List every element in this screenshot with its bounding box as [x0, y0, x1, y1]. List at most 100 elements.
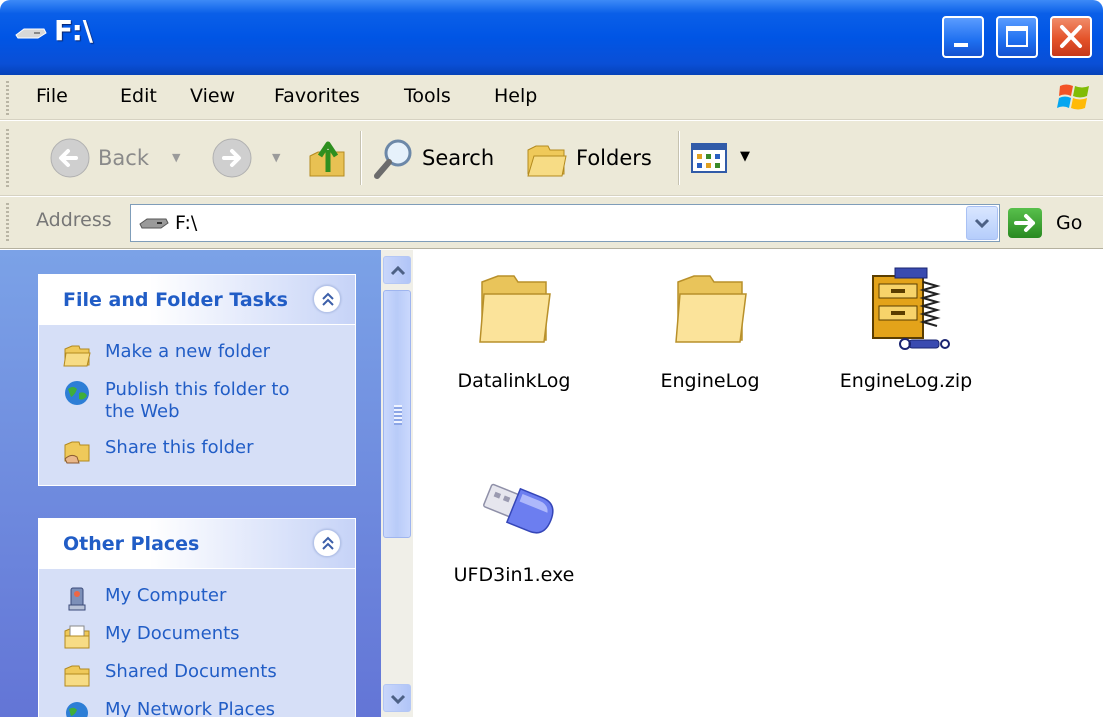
file-name: EngineLog	[660, 370, 760, 392]
toolbar-separator	[360, 131, 362, 185]
go-label: Go	[1056, 212, 1083, 234]
drive-icon	[15, 28, 47, 39]
task-label: Shared Documents	[105, 661, 277, 682]
folder-icon	[479, 275, 551, 343]
folder-icon	[675, 275, 747, 343]
windows-logo-icon	[1057, 84, 1089, 110]
window-title: F:\	[54, 14, 94, 47]
views-button[interactable]	[690, 130, 730, 186]
forward-button[interactable]	[210, 130, 254, 186]
go-button[interactable]: Go	[1008, 206, 1082, 240]
title-bar: F:\	[0, 0, 1103, 75]
back-dropdown-icon[interactable]: ▼	[172, 151, 180, 164]
search-icon	[374, 139, 412, 179]
task-label: My Computer	[105, 585, 227, 606]
place-my-network-places[interactable]: My Network Places	[63, 699, 275, 717]
file-item-enginelog-zip[interactable]: EngineLog.zip	[821, 258, 991, 398]
search-button[interactable]: Search	[372, 130, 494, 186]
chevron-down-icon	[974, 218, 990, 229]
close-icon	[1060, 25, 1082, 48]
usb-drive-icon	[483, 483, 554, 534]
place-shared-documents[interactable]: Shared Documents	[63, 661, 277, 689]
minimize-icon	[954, 43, 968, 47]
address-input[interactable]: F:\	[130, 204, 1000, 242]
up-folder-button[interactable]	[306, 130, 350, 186]
menu-view[interactable]: View	[190, 85, 235, 107]
back-label: Back	[98, 146, 149, 170]
drive-icon	[139, 218, 169, 229]
task-make-new-folder[interactable]: Make a new folder	[63, 341, 270, 369]
minimize-button[interactable]	[942, 16, 984, 58]
other-places-panel: Other Places My Computer My Documents Sh…	[38, 518, 356, 717]
panel-title: Other Places	[63, 533, 200, 555]
double-chevron-up-icon	[322, 292, 334, 306]
close-button[interactable]	[1050, 16, 1092, 58]
task-share-folder[interactable]: Share this folder	[63, 437, 253, 465]
folders-icon	[527, 145, 567, 177]
place-my-computer[interactable]: My Computer	[63, 585, 226, 613]
panel-header[interactable]: Other Places	[39, 519, 355, 569]
folders-button[interactable]: Folders	[526, 130, 652, 186]
task-publish-to-web[interactable]: Publish this folder to the Web	[63, 379, 313, 423]
file-item-ufd3in1-exe[interactable]: UFD3in1.exe	[429, 460, 599, 600]
search-label: Search	[422, 146, 495, 170]
task-label: My Documents	[105, 623, 240, 644]
scroll-thumb[interactable]	[383, 290, 411, 538]
file-list: DatalinkLog EngineLog EngineLog.zip UFD3…	[413, 250, 1103, 717]
task-label: My Network Places	[105, 699, 276, 717]
views-dropdown-icon[interactable]: ▼	[740, 149, 750, 164]
file-name: EngineLog.zip	[839, 370, 973, 392]
file-name: DatalinkLog	[457, 370, 571, 392]
place-my-documents[interactable]: My Documents	[63, 623, 240, 651]
toolbar-grip	[6, 129, 9, 187]
address-bar: Address F:\ Go	[0, 197, 1103, 249]
publish-web-icon	[65, 381, 89, 405]
scroll-down-button[interactable]	[383, 684, 411, 712]
task-label: Make a new folder	[105, 341, 271, 362]
menu-favorites[interactable]: Favorites	[274, 85, 360, 107]
file-item-enginelog[interactable]: EngineLog	[625, 258, 795, 398]
go-arrow-icon	[1008, 208, 1042, 238]
my-computer-icon	[68, 587, 86, 611]
share-folder-icon	[64, 441, 90, 464]
task-label: Publish this folder to the Web	[105, 379, 290, 422]
file-name: UFD3in1.exe	[453, 564, 575, 586]
menu-grip	[6, 81, 9, 115]
views-icon	[691, 143, 727, 173]
scroll-up-button[interactable]	[383, 256, 411, 284]
scroll-grip	[394, 405, 402, 425]
zip-archive-icon	[872, 267, 950, 350]
up-folder-icon	[309, 141, 345, 177]
menu-file[interactable]: File	[36, 85, 68, 107]
toolbar-separator	[678, 131, 680, 185]
double-chevron-up-icon	[322, 536, 334, 550]
back-button[interactable]: Back	[48, 130, 149, 186]
menu-tools[interactable]: Tools	[404, 85, 451, 107]
chevron-down-icon	[390, 694, 406, 705]
task-pane-scrollbar[interactable]	[381, 250, 413, 717]
chevron-up-icon	[390, 265, 406, 276]
task-pane: File and Folder Tasks Make a new folder …	[0, 250, 381, 717]
menu-edit[interactable]: Edit	[120, 85, 157, 107]
collapse-button[interactable]	[313, 285, 341, 313]
menu-help[interactable]: Help	[494, 85, 537, 107]
panel-header[interactable]: File and Folder Tasks	[39, 275, 355, 325]
back-arrow-icon	[50, 138, 90, 178]
address-label: Address	[36, 209, 112, 231]
file-item-datalinklog[interactable]: DatalinkLog	[429, 258, 599, 398]
maximize-button[interactable]	[996, 16, 1038, 58]
menu-bar: File Edit View Favorites Tools Help	[0, 75, 1103, 120]
collapse-button[interactable]	[313, 529, 341, 557]
shared-documents-icon	[64, 665, 90, 687]
folders-label: Folders	[576, 146, 652, 170]
panel-title: File and Folder Tasks	[63, 289, 288, 311]
forward-arrow-icon	[212, 138, 252, 178]
standard-toolbar: Back ▼ ▼ Search Folders ▼	[0, 121, 1103, 196]
address-grip	[6, 203, 9, 243]
maximize-icon	[1006, 26, 1028, 47]
my-documents-icon	[64, 625, 90, 649]
forward-dropdown-icon[interactable]: ▼	[272, 151, 280, 164]
task-label: Share this folder	[105, 437, 254, 458]
file-folder-tasks-panel: File and Folder Tasks Make a new folder …	[38, 274, 356, 486]
address-dropdown-button[interactable]	[966, 206, 998, 240]
